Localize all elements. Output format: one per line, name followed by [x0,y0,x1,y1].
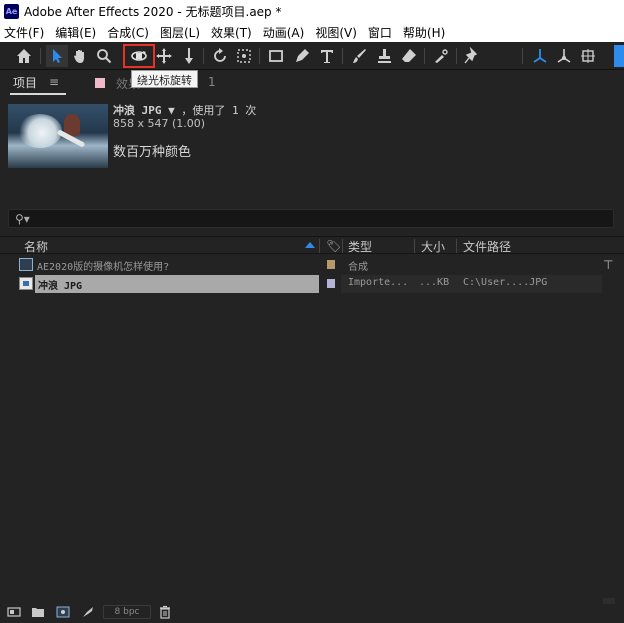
asset-color-depth: 数百万种颜色 [113,145,192,160]
tools-panel [0,42,624,70]
tab-project[interactable]: 项目 [13,74,37,91]
window-title: Adobe After Effects 2020 - 无标题项目.aep * [24,4,282,19]
asset-name-line: 冲浪 JPG ▼ ，使用了 1 次 [113,102,256,118]
pan-camera-icon[interactable] [153,45,175,67]
menu-bar: 文件(F) 编辑(E) 合成(C) 图层(L) 效果(T) 动画(A) 视图(V… [0,22,624,42]
image-footage-icon [19,277,33,290]
panel-resize-grip[interactable] [603,598,615,604]
dolly-camera-icon[interactable] [178,45,200,67]
asset-dropdown-icon[interactable]: ▼ [168,104,175,117]
row-name: 冲浪 JPG [38,281,83,292]
label-swatch[interactable] [327,260,335,269]
asset-thumbnail [8,104,108,168]
menu-view[interactable]: 视图(V) [315,24,357,41]
brush-icon[interactable] [348,45,370,67]
project-search-input[interactable]: ⚲▾ [8,209,614,228]
menu-animation[interactable]: 动画(A) [263,24,305,41]
flowchart-icon[interactable]: ⊤ [603,258,613,272]
table-row[interactable]: AE2020版的摄像机怎样使用? 合成 [0,256,602,274]
composition-icon [19,258,33,271]
row-path: C:\User....JPG [463,277,548,288]
asset-name: 冲浪 JPG [113,104,162,117]
menu-composition[interactable]: 合成(C) [107,24,149,41]
row-type: Importe... [348,277,409,288]
menu-help[interactable]: 帮助(H) [403,24,445,41]
interpret-footage-icon[interactable] [6,604,22,620]
panel-menu-icon[interactable]: ≡ [49,75,59,89]
eraser-icon[interactable] [398,45,420,67]
project-footer: 8 bpc [0,602,624,623]
search-icon: ⚲▾ [15,212,30,226]
row-type: 合成 [348,262,368,273]
view-axis-icon[interactable] [577,45,599,67]
tool-tooltip: 绕光标旋转 [131,70,198,88]
panel-tab-bar: 项目 ≡ 效果 1 [0,74,624,95]
menu-effect[interactable]: 效果(T) [211,24,252,41]
local-axis-icon[interactable] [529,45,551,67]
column-header-path[interactable]: 文件路径 [463,238,511,255]
zoom-icon[interactable] [93,45,115,67]
label-column-icon[interactable]: 🏷 [326,239,341,253]
rectangle-icon[interactable] [265,45,287,67]
project-settings-icon[interactable] [80,604,96,620]
asset-usage: ，使用了 1 次 [181,104,257,117]
menu-file[interactable]: 文件(F) [4,24,44,41]
tab-effects-extra: 1 [208,75,216,89]
rotate-icon[interactable] [209,45,231,67]
app-logo: Ae [4,3,19,19]
bit-depth-button[interactable]: 8 bpc [103,605,151,619]
workspace-expand-button[interactable] [614,45,624,67]
asset-preview: 冲浪 JPG ▼ ，使用了 1 次 858 x 547 (1.00) 数百万种颜… [0,98,624,180]
row-name: AE2020版的摄像机怎样使用? [37,262,170,273]
column-header-type[interactable]: 类型 [348,238,372,255]
column-header-size[interactable]: 大小 [421,238,445,255]
table-row[interactable]: 冲浪 JPG Importe... ...KB C:\User....JPG [0,275,602,293]
pan-behind-icon[interactable] [233,45,255,67]
orbit-camera-icon[interactable] [123,44,155,68]
project-column-headers: 名称 🏷 类型 大小 文件路径 [0,236,624,254]
title-bar: Ae Adobe After Effects 2020 - 无标题项目.aep … [0,0,624,22]
effects-tab-swatch [95,78,105,88]
active-tab-indicator [10,93,66,95]
menu-window[interactable]: 窗口 [368,24,392,41]
roto-brush-icon[interactable] [430,45,452,67]
new-folder-icon[interactable] [30,604,46,620]
selection-arrow-icon[interactable] [46,45,68,67]
type-icon[interactable] [316,45,338,67]
world-axis-icon[interactable] [553,45,575,67]
pen-icon[interactable] [291,45,313,67]
asset-dimensions: 858 x 547 (1.00) [113,117,206,130]
menu-layer[interactable]: 图层(L) [160,24,200,41]
column-header-name[interactable]: 名称 [24,238,48,255]
hand-icon[interactable] [69,45,91,67]
new-composition-icon[interactable] [55,604,71,620]
row-size: ...KB [419,277,450,288]
puppet-pin-icon[interactable] [460,45,482,67]
sort-ascending-icon [305,242,315,248]
label-swatch[interactable] [327,279,335,288]
menu-edit[interactable]: 编辑(E) [55,24,96,41]
home-icon[interactable] [13,45,35,67]
trash-icon[interactable] [157,604,173,620]
clone-stamp-icon[interactable] [373,45,395,67]
